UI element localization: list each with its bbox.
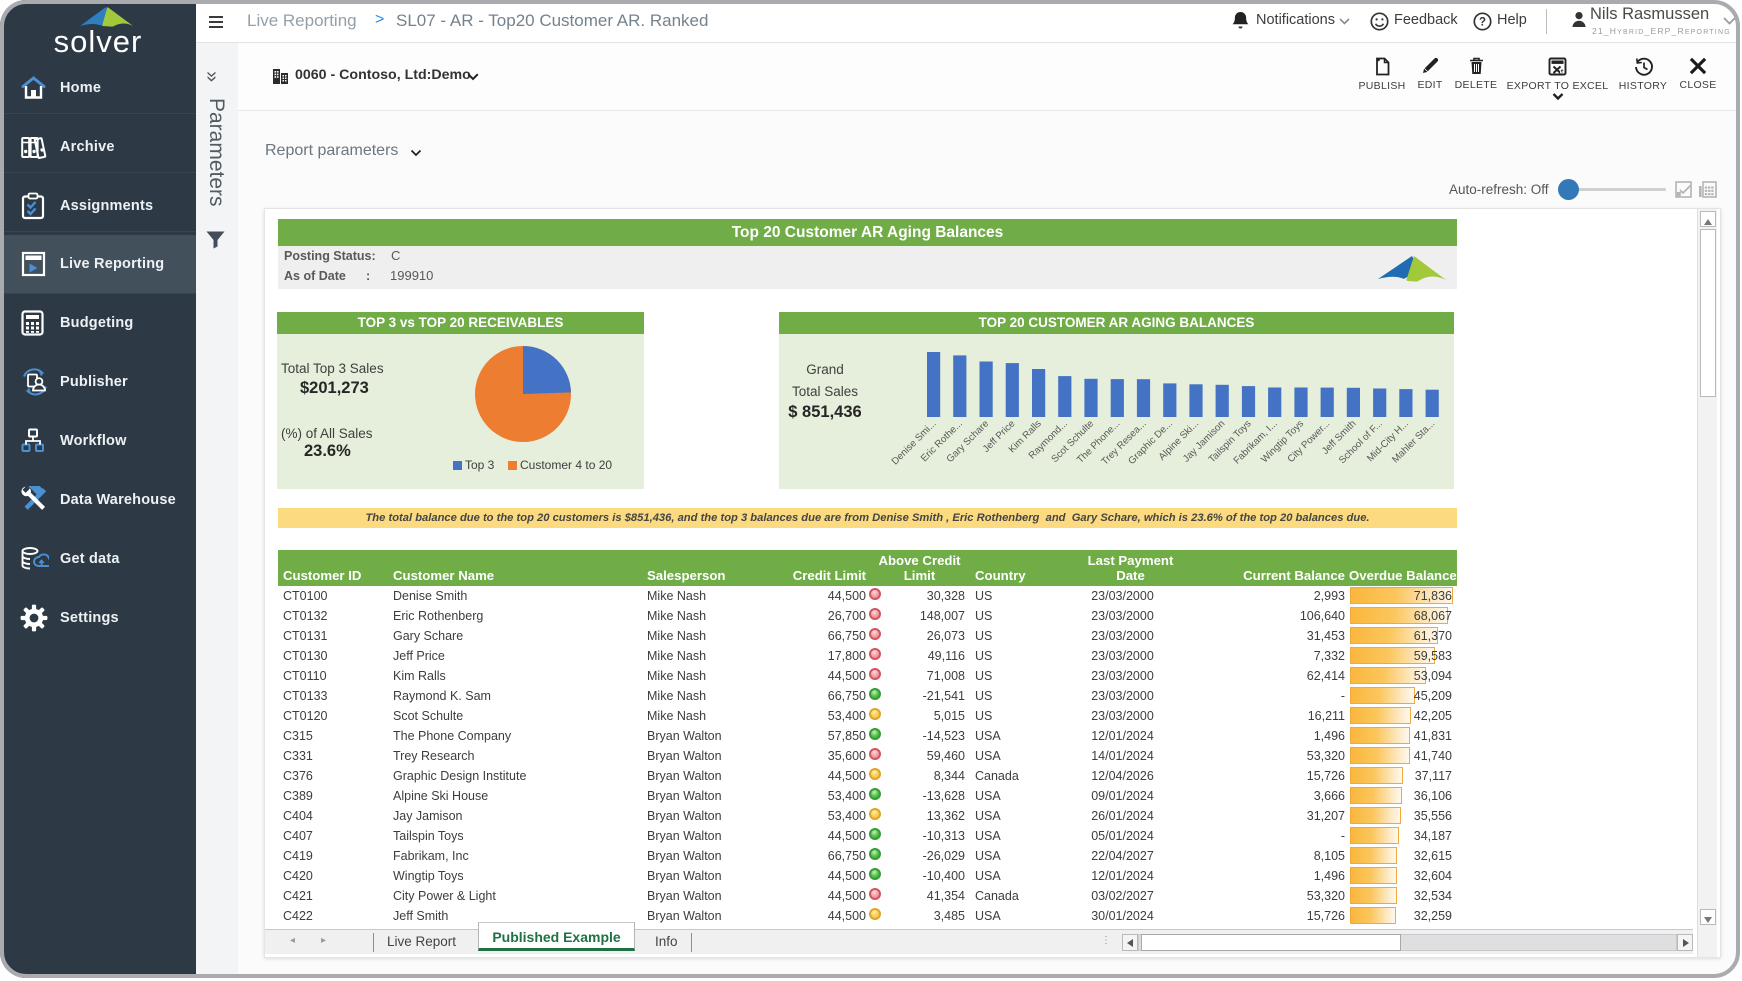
svg-text:e: e <box>1561 68 1564 74</box>
svg-text:?: ? <box>1479 17 1486 29</box>
